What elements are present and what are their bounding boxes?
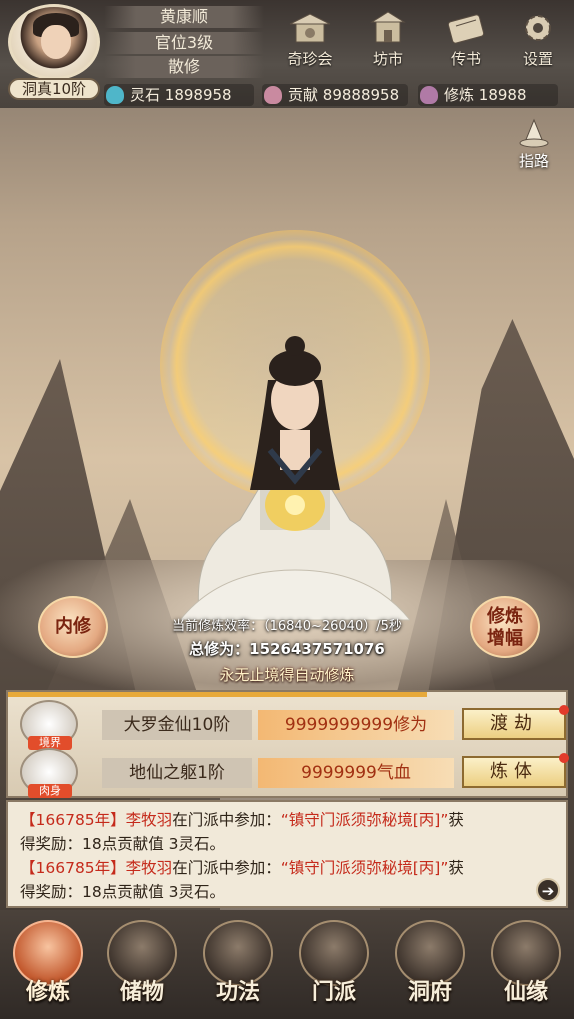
event-log: 【166785年】李牧羽在门派中参加：“镇守门派须弥秘境[丙]”获 得奖励：18… [6, 800, 568, 908]
treasure-pavilion-label: 奇珍会 [287, 50, 333, 68]
player-name: 黄康顺 [104, 6, 264, 28]
body-refine-button[interactable]: 炼体 [462, 753, 569, 788]
nav-techniques[interactable]: 功法 [196, 920, 280, 1016]
body-icon: 肉身 [20, 748, 78, 798]
game-screen: 洞真10阶 黄康顺 官位3级 散修 奇珍会 坊市 传书 设置 灵石 189895… [0, 0, 574, 1019]
nav-cave-label: 洞府 [407, 980, 452, 1005]
log-name: 李牧羽 [125, 811, 173, 829]
nav-sect[interactable]: 门派 [292, 920, 376, 1016]
spirit-stone-value: 1898958 [164, 86, 232, 104]
meditating-sage [180, 336, 410, 621]
guide-label: 指路 [518, 152, 549, 170]
log-event: “镇守门派须弥秘境[丙]” [280, 811, 449, 829]
log-expand-arrow-icon[interactable]: ➔ [536, 878, 560, 902]
market-icon [370, 11, 406, 43]
cultivation-counter: 修炼 18988 [418, 84, 558, 106]
log-mid: 在门派中参加： [172, 859, 281, 877]
auto-cultivation-note: 永无止境得自动修炼 [219, 666, 355, 684]
realm-panel: 境界 大罗金仙10阶 9999999999修为 渡劫 肉身 地仙之躯1阶 999… [6, 690, 569, 798]
realm-name: 大罗金仙10阶 [102, 710, 252, 740]
realm-icon: 境界 [20, 700, 78, 750]
nav-storage[interactable]: 储物 [100, 920, 184, 1016]
player-rank: 官位3级 [104, 32, 264, 54]
treasure-pavilion-icon [289, 13, 331, 43]
nav-fortune-label: 仙缘 [503, 980, 548, 1005]
tribulation-label: 渡劫 [490, 713, 538, 734]
player-avatar[interactable] [8, 4, 100, 80]
letter-button[interactable]: 传书 [434, 10, 498, 74]
cultivation-icon [420, 86, 438, 104]
realm-row: 境界 大罗金仙10阶 9999999999修为 渡劫 [18, 700, 569, 750]
body-row: 肉身 地仙之躯1阶 9999999气血 炼体 [18, 748, 569, 798]
body-name: 地仙之躯1阶 [102, 758, 252, 788]
contribution-value: 89888958 [322, 86, 400, 104]
nav-techniques-label: 功法 [215, 980, 260, 1005]
nav-cave[interactable]: 洞府 [388, 920, 472, 1016]
nav-cultivate-label: 修炼 [25, 980, 70, 1005]
nav-storage-label: 储物 [119, 980, 164, 1005]
spirit-stone-label: 灵石 [130, 86, 161, 104]
hat-icon [519, 118, 549, 148]
notification-dot [559, 705, 569, 715]
body-value: 9999999气血 [258, 758, 454, 788]
nav-sect-label: 门派 [311, 980, 356, 1005]
top-header: 洞真10阶 黄康顺 官位3级 散修 奇珍会 坊市 传书 设置 灵石 189895… [0, 0, 574, 108]
contribution-counter: 贡献 89888958 [262, 84, 408, 106]
log-entry: 【166785年】李牧羽在门派中参加：“镇守门派须弥秘境[丙]”获 得奖励：18… [20, 808, 554, 856]
settings-label: 设置 [522, 50, 553, 68]
contribution-label: 贡献 [288, 86, 319, 104]
log-tail: 获 [448, 859, 464, 877]
log-reward: 得奖励：18点贡献值 3灵石。 [20, 835, 226, 853]
log-reward: 得奖励：18点贡献值 3灵石。 [20, 883, 226, 901]
realm-badge: 洞真10阶 [8, 78, 100, 100]
log-name: 李牧羽 [125, 859, 173, 877]
realm-value: 9999999999修为 [258, 710, 454, 740]
log-entry: 【166785年】李牧羽在门派中参加：“镇守门派须弥秘境[丙]”获 得奖励：18… [20, 856, 554, 904]
market-button[interactable]: 坊市 [356, 10, 420, 74]
nav-cultivate[interactable]: 修炼 [6, 920, 90, 1016]
body-refine-label: 炼体 [490, 761, 538, 782]
spirit-stone-icon [106, 86, 124, 104]
log-year: 【166785年】 [20, 859, 126, 877]
cultivation-progress-bar [8, 692, 427, 697]
body-tag: 肉身 [28, 784, 72, 798]
spirit-stone-counter: 灵石 1898958 [104, 84, 254, 106]
gear-icon [525, 15, 551, 41]
notification-dot [559, 753, 569, 763]
log-event: “镇守门派须弥秘境[丙]” [280, 859, 449, 877]
market-label: 坊市 [372, 50, 403, 68]
player-title: 散修 [104, 56, 264, 78]
nav-fortune[interactable]: 仙缘 [484, 920, 568, 1016]
cultivation-value: 18988 [478, 86, 527, 104]
letter-label: 传书 [450, 50, 481, 68]
cultivation-efficiency: 当前修炼效率：（16840~26040）/5秒 [172, 619, 402, 634]
log-mid: 在门派中参加： [172, 811, 281, 829]
bottom-nav: 修炼 储物 功法 门派 洞府 仙缘 [0, 910, 574, 1019]
log-tail: 获 [448, 811, 464, 829]
avatar-face [41, 25, 71, 59]
treasure-pavilion-button[interactable]: 奇珍会 [278, 10, 342, 74]
guide-button[interactable]: 指路 [508, 118, 560, 176]
scroll-letter-icon [447, 14, 485, 44]
contribution-icon [264, 86, 282, 104]
total-cultivation: 总修为：1526437571076 [189, 640, 385, 658]
log-year: 【166785年】 [20, 811, 126, 829]
cultivation-label: 修炼 [444, 86, 475, 104]
tribulation-button[interactable]: 渡劫 [462, 705, 569, 740]
settings-button[interactable]: 设置 [506, 10, 570, 74]
